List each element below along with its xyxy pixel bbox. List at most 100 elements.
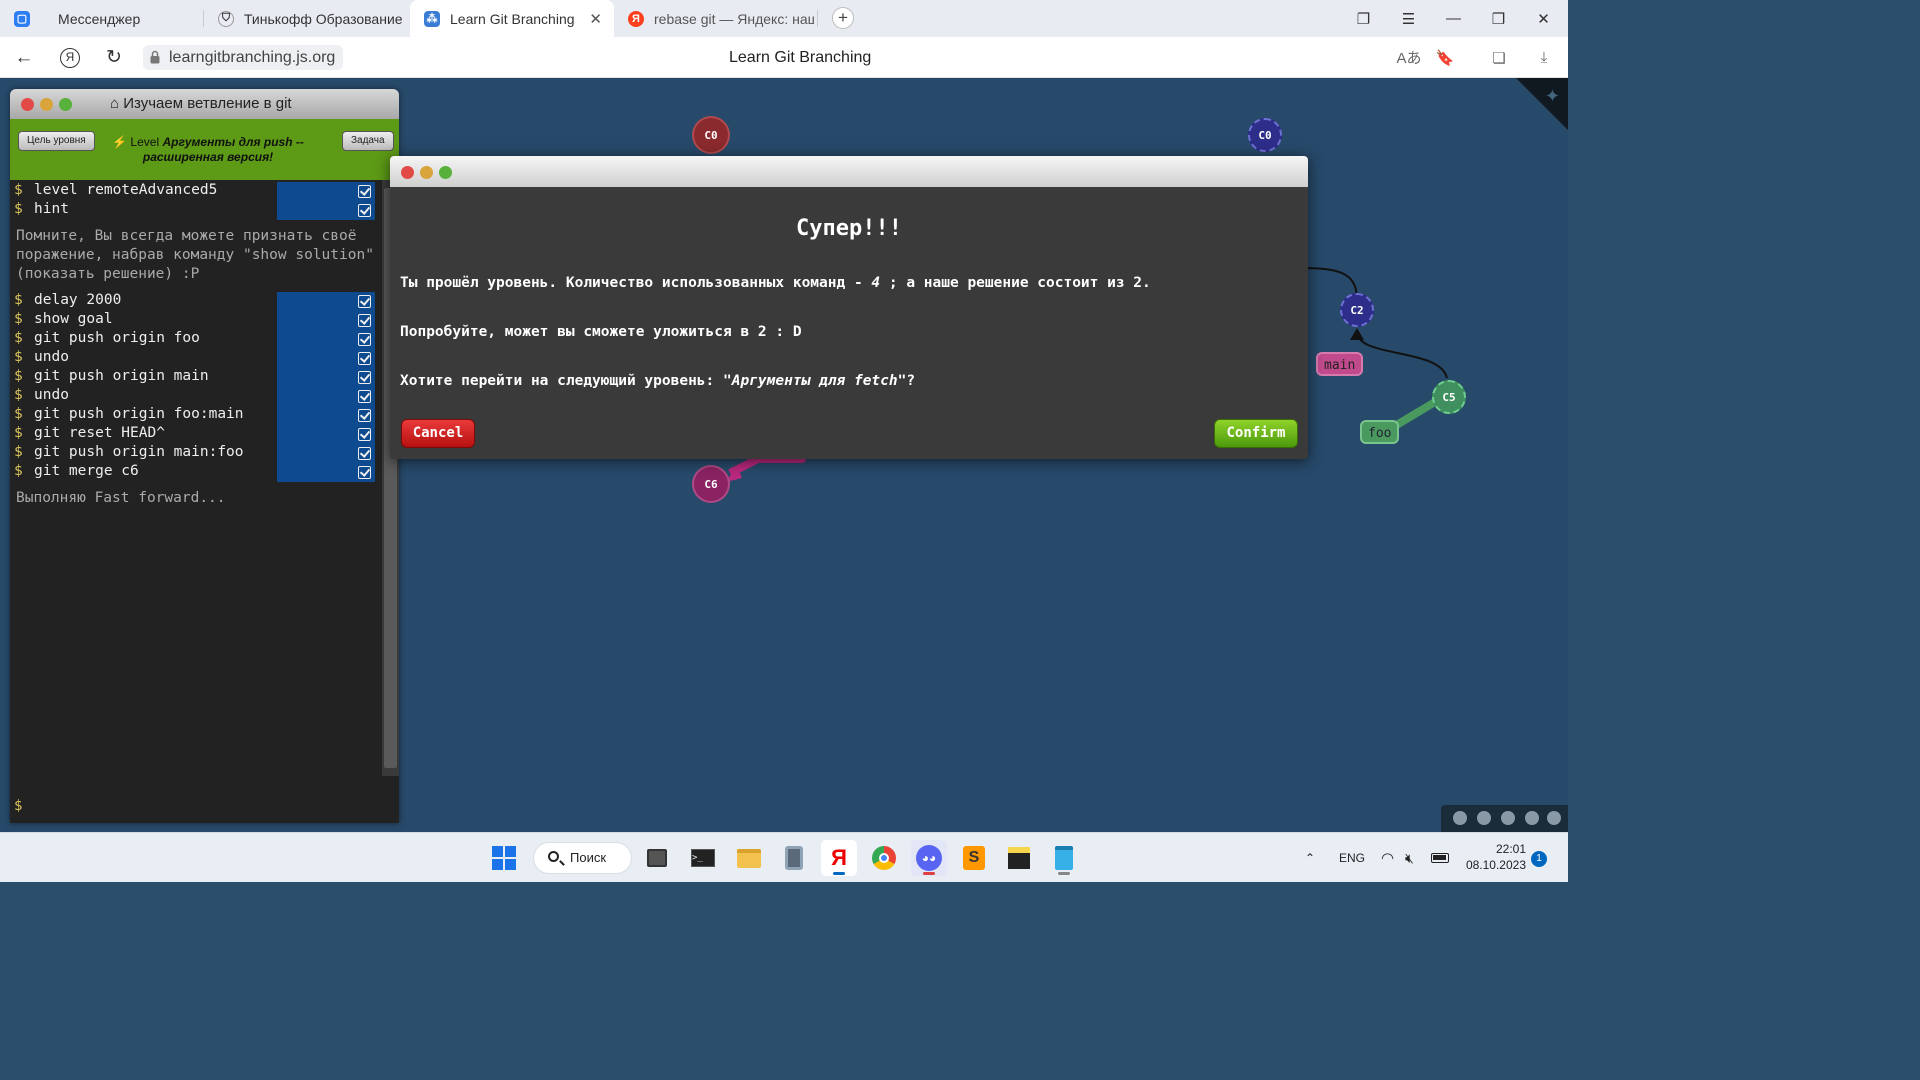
speaker-muted-icon[interactable]: 🔇︎ bbox=[1405, 833, 1414, 883]
address-bar: ← Я ↻ learngitbranching.js.org Learn Git… bbox=[0, 37, 1568, 78]
checkbox-icon bbox=[358, 314, 371, 327]
back-arrow-icon[interactable]: ← bbox=[7, 37, 41, 78]
level-description: ⚡ Level Аргументы для push -- расширенна… bbox=[112, 135, 304, 164]
level-complete-dialog: Супер!!! Ты прошёл уровень. Количество и… bbox=[390, 156, 1308, 459]
translate-icon[interactable]: Aあ bbox=[1394, 37, 1424, 78]
panel-minimize-dot[interactable] bbox=[40, 98, 53, 111]
dialog-commands-count: Ты прошёл уровень. Количество использова… bbox=[400, 275, 1151, 291]
download-icon[interactable]: ⤓ bbox=[1529, 37, 1559, 78]
command-row: $ git merge c6 bbox=[10, 463, 382, 482]
chrome-icon[interactable] bbox=[866, 840, 902, 876]
checkbox-icon bbox=[358, 447, 371, 460]
url-field[interactable]: learngitbranching.js.org bbox=[143, 45, 344, 70]
minimize-icon[interactable]: — bbox=[1431, 0, 1476, 37]
wifi-icon[interactable]: ◠ bbox=[1381, 833, 1394, 883]
menu-icon[interactable]: ☰ bbox=[1386, 0, 1431, 37]
panel-title: Изучаем ветвление в git bbox=[123, 95, 292, 112]
file-explorer-icon[interactable] bbox=[731, 840, 767, 876]
settings-icon[interactable] bbox=[1477, 811, 1491, 825]
checkbox-icon bbox=[358, 466, 371, 479]
start-windows-icon[interactable] bbox=[486, 840, 522, 876]
close-window-icon[interactable]: ✕ bbox=[1521, 0, 1566, 37]
commit-node-c6[interactable]: C6 bbox=[694, 467, 728, 501]
twitter-icon[interactable] bbox=[1547, 811, 1561, 825]
checkbox-icon bbox=[358, 390, 371, 403]
tab-learn-git[interactable]: ⁂ Learn Git Branching ✕ bbox=[410, 0, 614, 37]
search-icon bbox=[548, 851, 559, 862]
command-input-prompt[interactable]: $ bbox=[14, 798, 22, 814]
command-row: $ git push origin main:foo bbox=[10, 444, 382, 463]
command-row: $ git push origin foo bbox=[10, 330, 382, 349]
dialog-close-dot[interactable] bbox=[401, 166, 414, 179]
restore-icon[interactable]: ❒ bbox=[1476, 0, 1521, 37]
new-tab-button[interactable]: + bbox=[832, 7, 854, 29]
confirm-button[interactable]: Confirm bbox=[1214, 419, 1298, 448]
yandex-browser-icon[interactable]: Я bbox=[821, 840, 857, 876]
discord-icon[interactable]: ◕◕ bbox=[911, 840, 947, 876]
tab-yandex-search[interactable]: Я rebase git — Яндекс: нашл bbox=[614, 0, 818, 37]
tab-bar: ▢ Мессенджер ⛉ Тинькофф Образование ⁂ Le… bbox=[0, 0, 1568, 37]
yandex-icon: Я bbox=[628, 10, 644, 27]
command-row: $ level remoteAdvanced5 bbox=[10, 182, 382, 201]
sticky-notes-icon[interactable] bbox=[1001, 840, 1037, 876]
level-name: Аргументы для push -- расширенная версия… bbox=[142, 135, 304, 164]
panel-close-dot[interactable] bbox=[21, 98, 34, 111]
panel-titlebar: ⌂ Изучаем ветвление в git bbox=[10, 89, 399, 119]
hint-message: Помните, Вы всегда можете признать своё … bbox=[16, 228, 383, 282]
messenger-icon: ▢ bbox=[14, 10, 30, 27]
tab-messenger[interactable]: ▢ Мессенджер bbox=[0, 0, 204, 37]
dialog-try-again: Попробуйте, может вы сможете уложиться в… bbox=[400, 324, 802, 340]
input-language[interactable]: ENG bbox=[1339, 833, 1365, 883]
command-panel: ⌂ Изучаем ветвление в git Цель уровня ⚡ … bbox=[10, 89, 399, 823]
github-icon[interactable] bbox=[1525, 811, 1539, 825]
command-row: $ git push origin main bbox=[10, 368, 382, 387]
checkbox-icon bbox=[358, 295, 371, 308]
help-icon[interactable] bbox=[1453, 811, 1467, 825]
dialog-minimize-dot[interactable] bbox=[420, 166, 433, 179]
result-message: Выполняю Fast forward... bbox=[16, 490, 226, 506]
tab-tinkoff[interactable]: ⛉ Тинькофф Образование bbox=[204, 0, 408, 37]
bottom-toolbar bbox=[1441, 805, 1568, 832]
notepad-icon[interactable] bbox=[1046, 840, 1082, 876]
globe-icon[interactable] bbox=[1501, 811, 1515, 825]
taskbar: Поиск >_ Я ◕◕ S ⌃ ENG ◠ 🔇︎ 22:01 08.10.2… bbox=[0, 832, 1568, 882]
dialog-maximize-dot[interactable] bbox=[439, 166, 452, 179]
commit-node-c0-local[interactable]: C0 bbox=[694, 118, 728, 152]
bookmark-icon[interactable]: 🔖 bbox=[1430, 37, 1460, 78]
sublime-text-icon[interactable]: S bbox=[956, 840, 992, 876]
terminal-history: $ level remoteAdvanced5 $ hint Помните, … bbox=[10, 180, 382, 823]
tab-manager-icon[interactable]: ❐ bbox=[1341, 0, 1386, 37]
commit-node-c2[interactable]: C2 bbox=[1340, 293, 1374, 327]
branch-tag-main[interactable]: main bbox=[1316, 352, 1364, 376]
close-tab-icon[interactable]: ✕ bbox=[589, 10, 602, 28]
level-task-button[interactable]: Задача bbox=[342, 131, 394, 151]
cancel-button[interactable]: Cancel bbox=[401, 419, 475, 448]
panel-maximize-dot[interactable] bbox=[59, 98, 72, 111]
terminal-app-icon[interactable]: >_ bbox=[685, 840, 721, 876]
reload-icon[interactable]: ↻ bbox=[97, 37, 131, 78]
notification-badge[interactable]: 1 bbox=[1531, 851, 1547, 867]
collections-icon[interactable]: ❏ bbox=[1484, 37, 1514, 78]
command-row: $ delay 2000 bbox=[10, 292, 382, 311]
system-clock[interactable]: 22:01 08.10.2023 bbox=[1460, 841, 1526, 873]
branch-tag-foo[interactable]: foo bbox=[1360, 420, 1400, 444]
taskbar-search[interactable]: Поиск bbox=[533, 842, 632, 874]
level-bar: Цель уровня ⚡ Level Аргументы для push -… bbox=[10, 119, 399, 180]
command-row: $ undo bbox=[10, 349, 382, 368]
level-goal-button[interactable]: Цель уровня bbox=[18, 131, 95, 151]
checkbox-icon bbox=[358, 185, 371, 198]
dialog-heading: Супер!!! bbox=[796, 216, 902, 241]
git-branching-icon: ⁂ bbox=[424, 10, 440, 27]
task-view-icon[interactable] bbox=[639, 840, 675, 876]
battery-icon[interactable] bbox=[1431, 833, 1449, 883]
commit-node-c0-remote[interactable]: C0 bbox=[1248, 118, 1282, 152]
dialog-titlebar bbox=[390, 156, 1308, 187]
bolt-icon: ⚡ bbox=[112, 135, 128, 149]
yandex-home-icon[interactable]: Я bbox=[53, 37, 87, 78]
show-hidden-icons-icon[interactable]: ⌃ bbox=[1305, 833, 1315, 883]
lock-icon bbox=[150, 50, 160, 64]
calculator-icon[interactable] bbox=[776, 840, 812, 876]
commit-node-c5[interactable]: C5 bbox=[1432, 380, 1466, 414]
tinkoff-shield-icon: ⛉ bbox=[218, 10, 234, 27]
dialog-next-level: Хотите перейти на следующий уровень: "Ар… bbox=[400, 373, 916, 389]
